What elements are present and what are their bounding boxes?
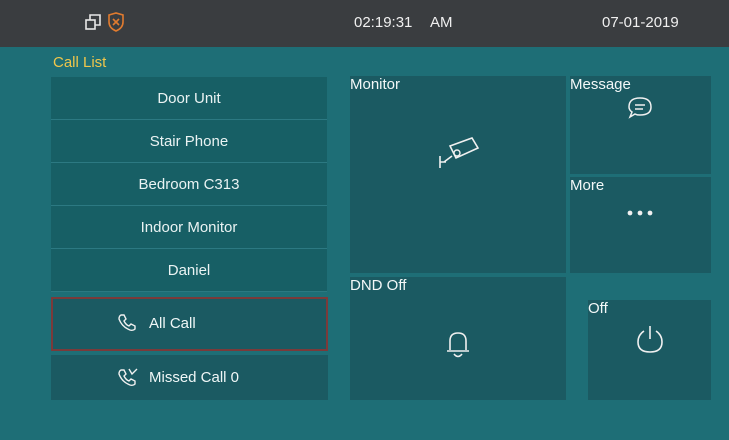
call-list-item-door-unit[interactable]: Door Unit [51,77,327,120]
list-item-label: Stair Phone [149,132,229,150]
call-list-item-stair-phone[interactable]: Stair Phone [51,120,327,163]
bell-icon [446,330,470,364]
shield-warning-icon [107,12,125,37]
missed-call-icon [117,367,139,393]
message-label: Message [570,76,631,93]
call-list-item-bedroom[interactable]: Bedroom C313 [51,163,327,206]
list-item-label: Indoor Monitor [140,218,238,236]
power-icon [636,324,664,358]
call-list-item-daniel[interactable]: Daniel [51,249,327,292]
window-restore-icon [84,13,102,36]
more-dots-icon [626,204,654,221]
date-display: 07-01-2019 [602,14,679,31]
all-call-label: All Call [149,315,196,332]
off-label: Off [588,300,608,317]
phone-icon [117,313,137,337]
clock-ampm: AM [430,14,453,31]
message-icon [627,96,653,124]
call-list-item-indoor-monitor[interactable]: Indoor Monitor [51,206,327,249]
more-label: More [570,177,605,194]
all-call-button[interactable]: All Call [51,297,328,351]
clock-time: 02:19:31 [354,14,413,31]
missed-call-label: Missed Call 0 [149,369,240,386]
message-tile[interactable]: Message [570,76,711,174]
list-item-label: Door Unit [157,89,221,107]
call-list-title: Call List [53,54,107,71]
off-tile[interactable]: Off [588,300,711,400]
missed-call-button[interactable]: Missed Call 0 [51,355,328,400]
status-bar: 02:19:31 AM 07-01-2019 [0,0,729,47]
call-list: Door Unit Stair Phone Bedroom C313 Indoo… [51,77,327,292]
dnd-label: DND Off [350,277,407,294]
camera-icon [436,136,482,176]
dnd-tile[interactable]: DND Off [350,277,566,400]
list-item-label: Bedroom C313 [138,175,240,193]
list-item-label: Daniel [167,261,211,279]
monitor-label: Monitor [350,76,401,93]
more-tile[interactable]: More [570,177,711,273]
monitor-tile[interactable]: Monitor [350,76,566,273]
